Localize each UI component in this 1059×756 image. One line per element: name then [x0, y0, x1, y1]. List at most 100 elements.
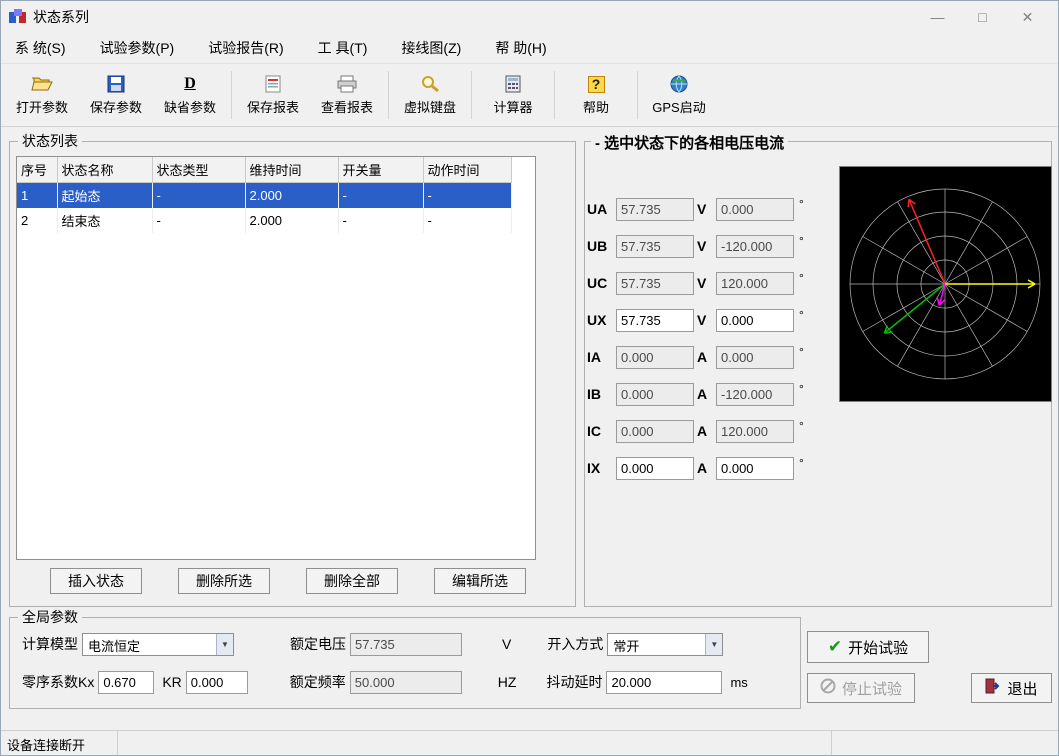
menu-help[interactable]: 帮 助(H): [495, 38, 546, 58]
jitter-input[interactable]: [606, 671, 722, 694]
virtual-keyboard-button[interactable]: 虚拟键盘: [393, 67, 467, 123]
state-table-header-row: 序号 状态名称 状态类型 维持时间 开关量 动作时间: [17, 157, 511, 183]
ib-magnitude-input: [616, 383, 694, 406]
delete-selected-button[interactable]: 删除所选: [178, 568, 270, 594]
menu-test-report[interactable]: 试验报告(R): [208, 38, 283, 58]
stop-icon: [820, 678, 836, 698]
phase-row-ic: IC A °: [587, 420, 804, 444]
phase-row-ia: IA A °: [587, 346, 804, 370]
ix-angle-input[interactable]: [716, 457, 794, 480]
delete-all-button[interactable]: 删除全部: [306, 568, 398, 594]
gps-start-label: GPS启动: [652, 97, 705, 116]
ia-label: IA: [587, 346, 613, 365]
help-label: 帮助: [583, 97, 609, 116]
gps-start-button[interactable]: GPS启动: [642, 67, 716, 123]
chevron-down-icon[interactable]: ▼: [705, 634, 722, 655]
zero-seq-input[interactable]: [98, 671, 154, 694]
column-header-index[interactable]: 序号: [17, 157, 57, 183]
stop-test-button: 停止试验: [807, 673, 915, 703]
ub-angle-input: [716, 235, 794, 258]
save-report-button[interactable]: 保存报表: [236, 67, 310, 123]
input-mode-select[interactable]: 常开 ▼: [607, 633, 723, 656]
ua-magnitude-input: [616, 198, 694, 221]
ic-unit: A: [697, 420, 713, 439]
default-params-button[interactable]: D 缺省参数: [153, 67, 227, 123]
uc-label: UC: [587, 272, 613, 291]
ub-magnitude-input: [616, 235, 694, 258]
window-controls: — □ ✕: [915, 1, 1050, 33]
column-header-state-type[interactable]: 状态类型: [152, 157, 245, 183]
ix-unit: A: [697, 457, 713, 476]
ua-unit: V: [697, 198, 713, 217]
degree-symbol: °: [799, 383, 804, 395]
maximize-button[interactable]: □: [960, 1, 1005, 33]
column-header-switch[interactable]: 开关量: [338, 157, 423, 183]
rated-freq-input: [350, 671, 462, 694]
globe-icon: [670, 74, 688, 94]
menubar: 系 统(S) 试验参数(P) 试验报告(R) 工 具(T) 接线图(Z) 帮 助…: [1, 33, 1058, 63]
column-header-hold-time[interactable]: 维持时间: [245, 157, 338, 183]
open-params-label: 打开参数: [16, 97, 68, 116]
open-params-button[interactable]: 打开参数: [5, 67, 79, 123]
help-button[interactable]: ? 帮助: [559, 67, 633, 123]
exit-button[interactable]: 退出: [971, 673, 1052, 703]
stop-test-label: 停止试验: [842, 678, 902, 699]
calc-model-label: 计算模型: [22, 634, 78, 654]
ia-magnitude-input: [616, 346, 694, 369]
toolbar-separator: [231, 71, 232, 119]
ic-label: IC: [587, 420, 613, 439]
chevron-down-icon[interactable]: ▼: [216, 634, 233, 655]
input-mode-label: 开入方式: [547, 634, 603, 654]
toolbar: 打开参数 保存参数 D 缺省参数 保存报表 查看报表 虚拟键盘 计算器 ? 帮助…: [1, 63, 1058, 127]
global-params-group: 全局参数 计算模型 电流恒定 ▼ 额定电压 V 开入方式 常开 ▼ 零序系数Kx…: [9, 617, 801, 709]
view-report-button[interactable]: 查看报表: [310, 67, 384, 123]
column-header-action-time[interactable]: 动作时间: [423, 157, 511, 183]
input-mode-value: 常开: [608, 634, 705, 655]
degree-symbol: °: [799, 420, 804, 432]
kr-input[interactable]: [186, 671, 248, 694]
open-folder-icon: [31, 74, 53, 94]
minimize-button[interactable]: —: [915, 1, 960, 33]
ib-label: IB: [587, 383, 613, 402]
rated-freq-label: 额定频率: [290, 672, 346, 692]
ux-magnitude-input[interactable]: [616, 309, 694, 332]
zero-seq-label: 零序系数Kx: [22, 672, 94, 692]
edit-selected-button[interactable]: 编辑所选: [434, 568, 526, 594]
start-test-button[interactable]: ✔ 开始试验: [807, 631, 929, 663]
calculator-button[interactable]: 计算器: [476, 67, 550, 123]
column-header-state-name[interactable]: 状态名称: [57, 157, 152, 183]
calculator-label: 计算器: [493, 97, 532, 116]
table-row-selected[interactable]: 1 起始态 - 2.000 - -: [17, 183, 511, 209]
state-table-container: 序号 状态名称 状态类型 维持时间 开关量 动作时间 1 起始态 - 2.000…: [16, 156, 536, 560]
ix-magnitude-input[interactable]: [616, 457, 694, 480]
insert-state-button[interactable]: 插入状态: [50, 568, 142, 594]
phase-row-ib: IB A °: [587, 383, 804, 407]
calc-model-value: 电流恒定: [83, 634, 216, 655]
phasor-arrow-UC: [884, 284, 945, 333]
phase-panel-title: - 选中状态下的各相电压电流: [591, 132, 788, 153]
ux-unit: V: [697, 309, 713, 328]
save-params-button[interactable]: 保存参数: [79, 67, 153, 123]
cell: -: [423, 208, 511, 233]
table-row[interactable]: 2 结束态 - 2.000 - -: [17, 208, 511, 233]
ux-angle-input[interactable]: [716, 309, 794, 332]
global-params-group-title: 全局参数: [18, 609, 82, 625]
menu-wiring-diagram[interactable]: 接线图(Z): [401, 38, 461, 58]
jitter-label: 抖动延时: [546, 672, 602, 692]
cell: -: [423, 183, 511, 209]
global-params-row-1: 计算模型 电流恒定 ▼ 额定电压 V 开入方式 常开 ▼: [22, 632, 723, 656]
cell: -: [152, 183, 245, 209]
titlebar: 状态系列 — □ ✕: [1, 1, 1058, 33]
menu-tools[interactable]: 工 具(T): [318, 38, 368, 58]
close-button[interactable]: ✕: [1005, 1, 1050, 33]
global-params-row-2: 零序系数Kx KR 额定频率 HZ 抖动延时 ms: [22, 670, 748, 694]
cell: -: [338, 183, 423, 209]
cell: 1: [17, 183, 57, 209]
calc-model-select[interactable]: 电流恒定 ▼: [82, 633, 234, 656]
degree-symbol: °: [799, 309, 804, 321]
menu-test-params[interactable]: 试验参数(P): [100, 38, 175, 58]
menu-system[interactable]: 系 统(S): [15, 38, 66, 58]
state-list-group: 状态列表 序号 状态名称 状态类型 维持时间 开关量 动作时间 1 起始态 -: [9, 141, 576, 607]
default-params-label: 缺省参数: [164, 97, 216, 116]
view-report-label: 查看报表: [321, 97, 373, 116]
